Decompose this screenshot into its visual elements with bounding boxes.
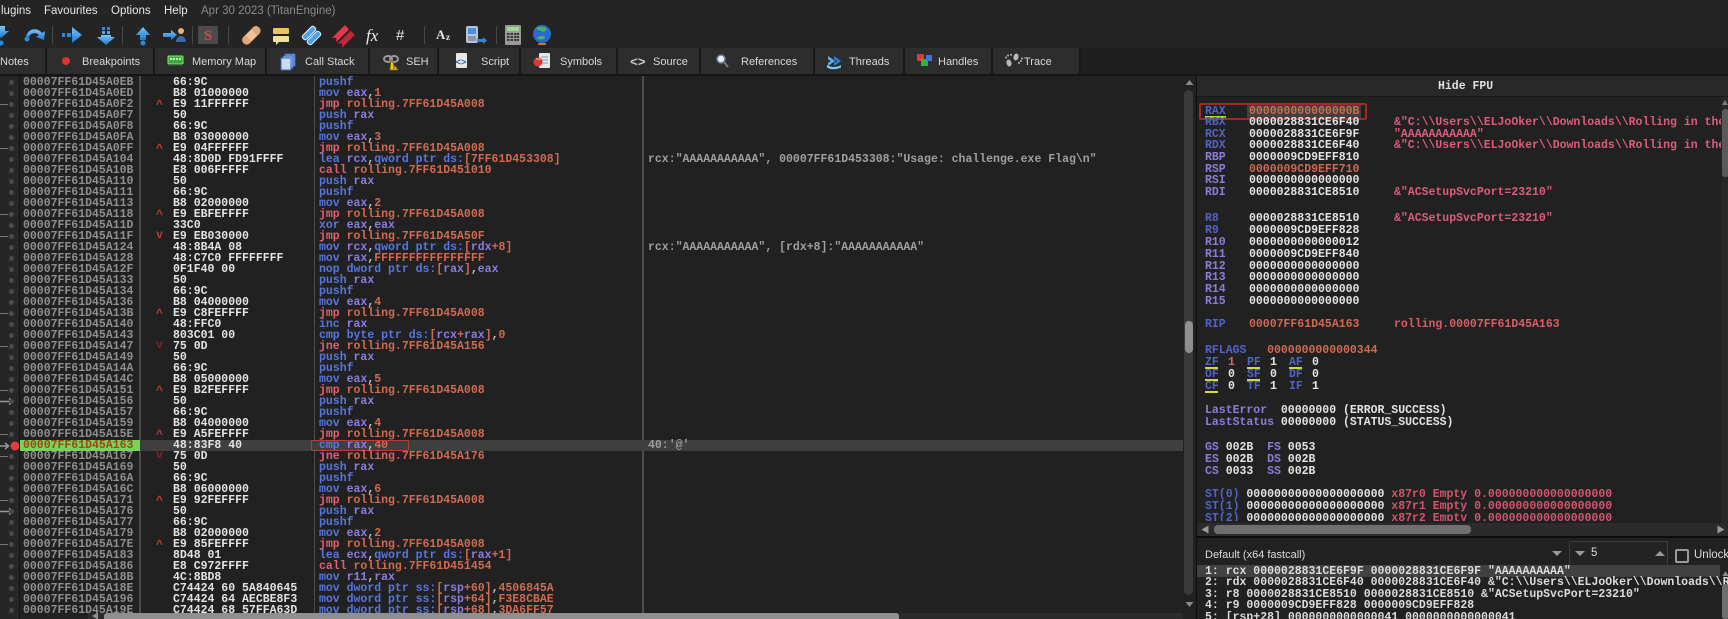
svg-text:!: ! [393, 64, 395, 71]
svg-text:#: # [396, 27, 405, 44]
svg-text:z: z [446, 32, 450, 42]
svg-text:fx: fx [366, 26, 379, 45]
svg-text:S: S [204, 28, 212, 44]
svg-text:<>: <> [630, 55, 646, 70]
svg-text:A: A [436, 27, 446, 42]
svg-text:<>: <> [456, 58, 467, 68]
